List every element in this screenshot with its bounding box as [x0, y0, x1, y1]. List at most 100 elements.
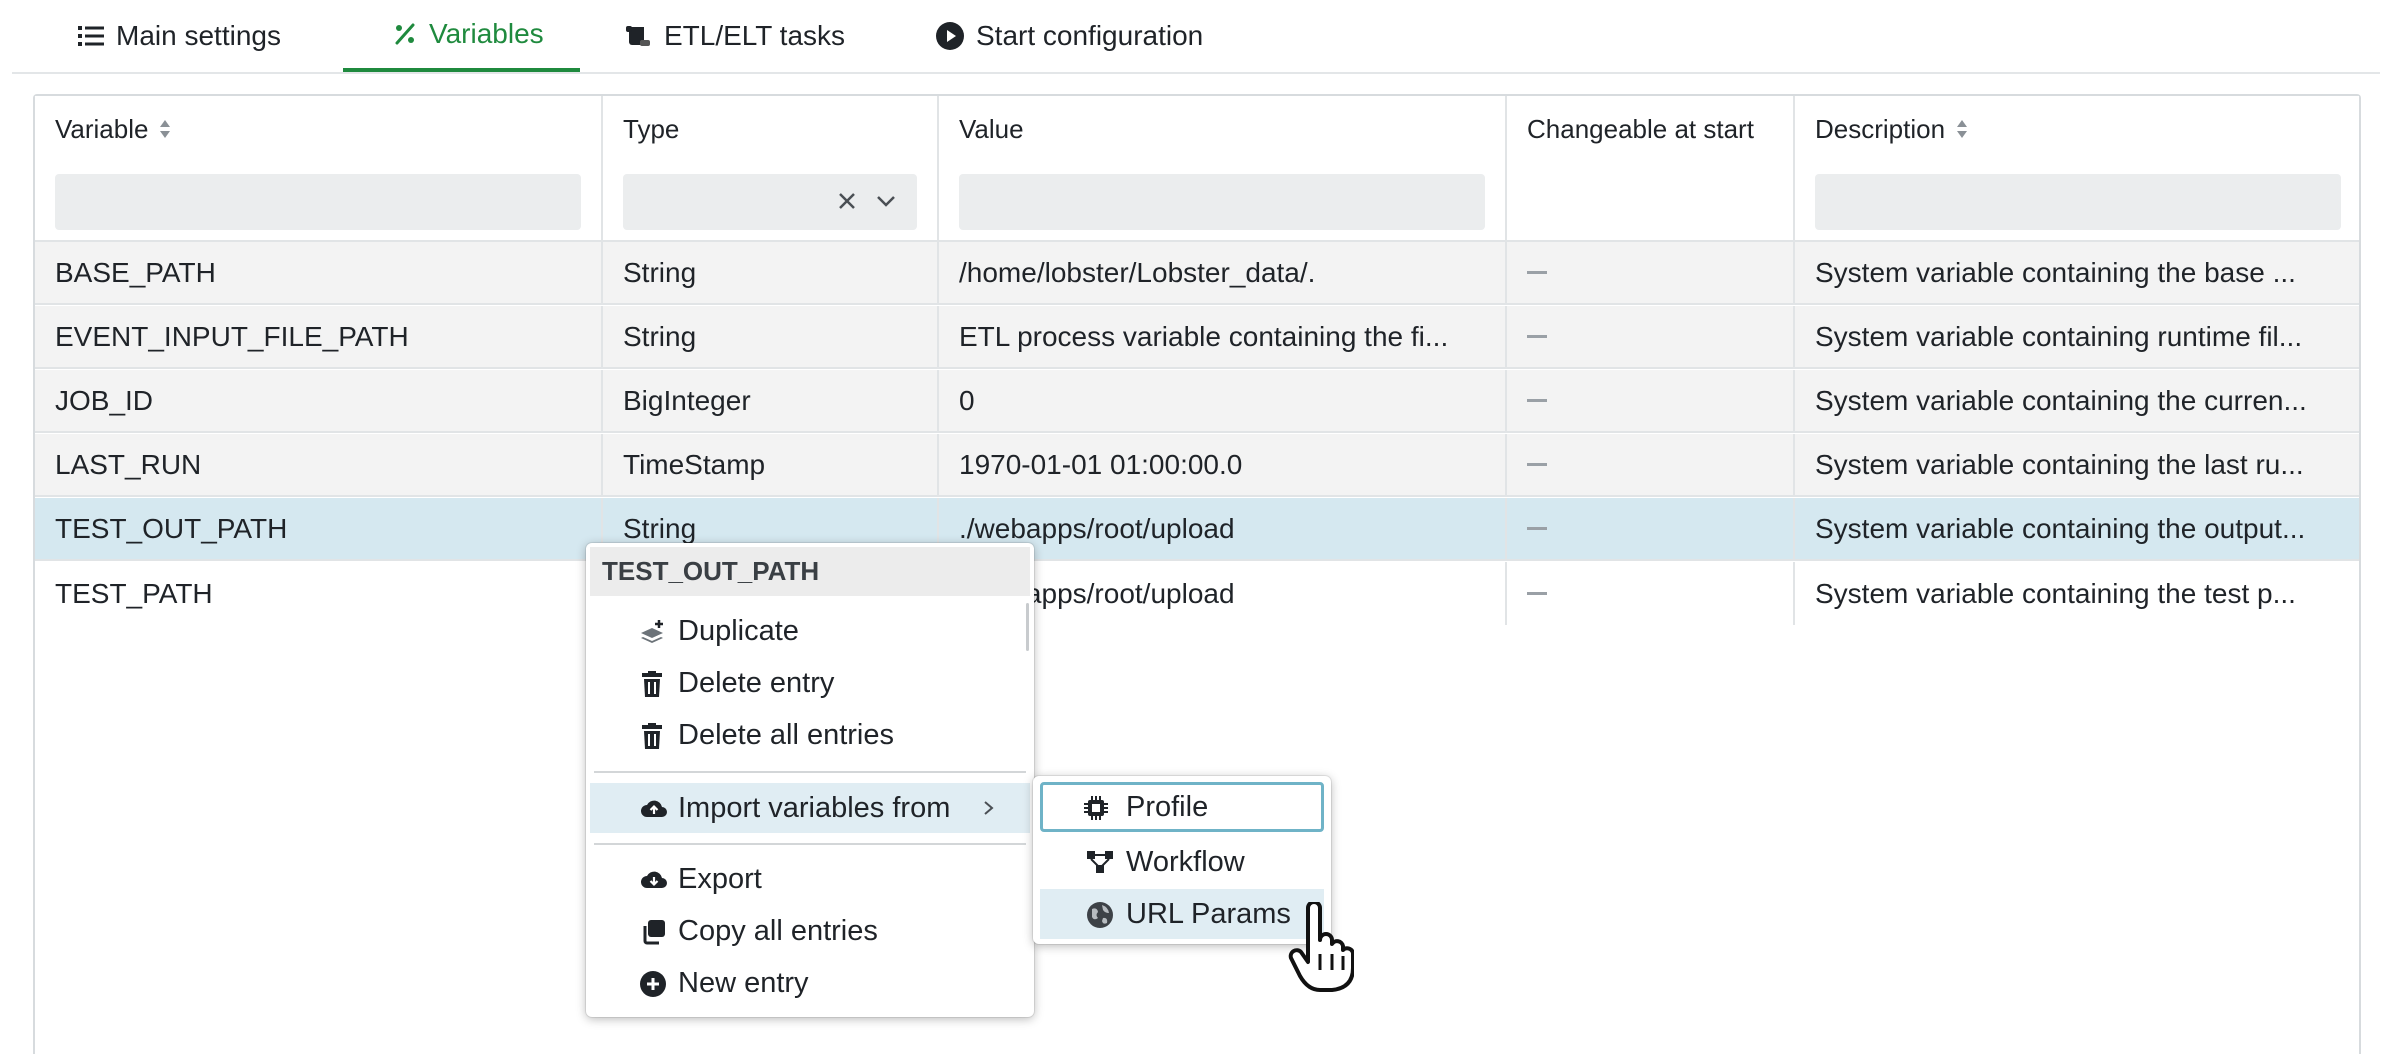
tab-label: ETL/ELT tasks: [664, 20, 846, 51]
column-header-value[interactable]: Value: [939, 96, 1507, 162]
tab-label: Start configuration: [976, 20, 1204, 51]
value-filter-input[interactable]: [959, 174, 1485, 230]
dash-icon: [1527, 527, 1547, 530]
description-cell: System variable containing the test p...: [1815, 577, 2296, 609]
sort-icon[interactable]: [1955, 118, 1969, 140]
tab-start-configuration[interactable]: Start configuration: [936, 0, 1203, 72]
description-cell: System variable containing the output...: [1815, 512, 2306, 544]
dash-icon: [1527, 335, 1547, 338]
type-filter-select[interactable]: [623, 174, 917, 230]
filter-cell: [1507, 162, 1795, 240]
changeable-cell: [1507, 370, 1795, 431]
submenu-item-label: Workflow: [1126, 845, 1245, 878]
filter-cell: [1795, 162, 2359, 240]
changeable-cell: [1507, 498, 1795, 559]
table-row[interactable]: BASE_PATH String /home/lobster/Lobster_d…: [35, 242, 2359, 305]
variable-cell: JOB_ID: [35, 370, 603, 431]
column-header-description[interactable]: Description: [1795, 96, 2359, 162]
dash-icon: [1527, 592, 1547, 595]
menu-item-new-entry[interactable]: New entry: [590, 958, 1030, 1008]
list-icon: [78, 25, 104, 47]
menu-item-delete-all-entries[interactable]: Delete all entries: [590, 710, 1030, 760]
changeable-cell: [1507, 306, 1795, 367]
variable-cell: BASE_PATH: [35, 242, 603, 303]
cloud-upload-icon: [640, 796, 668, 829]
value-cell: ETL process variable containing the fi..…: [939, 306, 1507, 367]
menu-item-label: Export: [678, 862, 762, 895]
menu-item-label: Duplicate: [678, 614, 799, 647]
trash-icon: [640, 671, 664, 705]
trash-icon: [640, 723, 664, 757]
globe-icon: [1086, 901, 1114, 937]
chevron-down-icon[interactable]: [875, 188, 897, 221]
changeable-cell: [1507, 562, 1795, 625]
table-row-selected[interactable]: TEST_OUT_PATH String ./webapps/root/uplo…: [35, 498, 2359, 561]
chip-icon: [1082, 794, 1110, 830]
scroll-icon: [626, 24, 652, 48]
type-cell: BigInteger: [603, 370, 939, 431]
menu-item-label: Import variables from: [678, 791, 951, 824]
changeable-cell: [1507, 242, 1795, 303]
sort-icon[interactable]: [158, 118, 172, 140]
table-row[interactable]: LAST_RUN TimeStamp 1970-01-01 01:00:00.0…: [35, 434, 2359, 497]
play-circle-icon: [936, 22, 964, 50]
tab-label: Variables: [429, 18, 544, 49]
menu-item-export[interactable]: Export: [590, 854, 1030, 904]
workflow-icon: [1086, 849, 1114, 883]
variable-cell: TEST_OUT_PATH: [35, 498, 603, 559]
variable-cell: LAST_RUN: [35, 434, 603, 495]
menu-item-label: Delete all entries: [678, 718, 894, 751]
hand-pointer-cursor: [1288, 900, 1355, 997]
column-header-variable[interactable]: Variable: [35, 96, 603, 162]
filter-row: [35, 162, 2359, 242]
menu-item-delete-entry[interactable]: Delete entry: [590, 658, 1030, 708]
menu-separator: [594, 771, 1026, 773]
column-label: Variable: [55, 113, 149, 144]
menu-item-copy-all-entries[interactable]: Copy all entries: [590, 906, 1030, 956]
clear-icon[interactable]: [837, 188, 859, 221]
filter-cell: [35, 162, 603, 240]
menu-item-label: Copy all entries: [678, 914, 878, 947]
tab-variables[interactable]: Variables: [343, 0, 580, 72]
copy-icon: [640, 919, 666, 953]
submenu-item-url-params[interactable]: URL Params: [1040, 889, 1324, 939]
value-cell: 0: [939, 370, 1507, 431]
import-submenu: Profile Workflow URL Params: [1033, 776, 1331, 944]
type-cell: TimeStamp: [603, 434, 939, 495]
type-cell: String: [603, 242, 939, 303]
table-row[interactable]: EVENT_INPUT_FILE_PATH String ETL process…: [35, 306, 2359, 369]
menu-item-duplicate[interactable]: Duplicate: [590, 606, 1030, 656]
value-cell: /home/lobster/Lobster_data/.: [939, 242, 1507, 303]
table-row[interactable]: JOB_ID BigInteger 0 System variable cont…: [35, 370, 2359, 433]
type-cell: String: [603, 306, 939, 367]
tab-label: Main settings: [116, 20, 281, 51]
tab-etl-elt-tasks[interactable]: ETL/ELT tasks: [626, 0, 845, 72]
description-cell: System variable containing runtime fil..…: [1815, 320, 2303, 352]
context-menu-title: TEST_OUT_PATH: [590, 547, 1030, 596]
variable-filter-input[interactable]: [55, 174, 581, 230]
description-cell: System variable containing the base ...: [1815, 256, 2296, 288]
submenu-item-label: URL Params: [1126, 897, 1291, 930]
description-filter-input[interactable]: [1815, 174, 2341, 230]
description-cell: System variable containing the last ru..…: [1815, 448, 2304, 480]
table-row[interactable]: TEST_PATH String ./webapps/root/upload S…: [35, 562, 2359, 625]
menu-separator: [594, 843, 1026, 845]
submenu-item-profile[interactable]: Profile: [1040, 782, 1324, 832]
column-header-type[interactable]: Type: [603, 96, 939, 162]
tab-bar: Main settings Variables ETL/ELT tasks St…: [12, 0, 2380, 74]
column-header-changeable[interactable]: Changeable at start: [1507, 96, 1795, 162]
menu-item-label: Delete entry: [678, 666, 835, 699]
table-header: Variable Type Value Changeable at start …: [35, 96, 2359, 164]
menu-item-import-variables-from[interactable]: Import variables from: [590, 783, 1030, 833]
layers-plus-icon: [640, 619, 666, 653]
column-label: Changeable at start: [1527, 113, 1754, 144]
dash-icon: [1527, 399, 1547, 402]
column-label: Value: [959, 113, 1024, 144]
plus-circle-icon: [640, 971, 666, 1005]
submenu-item-workflow[interactable]: Workflow: [1040, 837, 1324, 887]
percent-icon: [393, 22, 417, 46]
chevron-right-icon: [982, 795, 996, 828]
changeable-cell: [1507, 434, 1795, 495]
tab-main-settings[interactable]: Main settings: [78, 0, 281, 72]
menu-item-label: New entry: [678, 966, 809, 999]
